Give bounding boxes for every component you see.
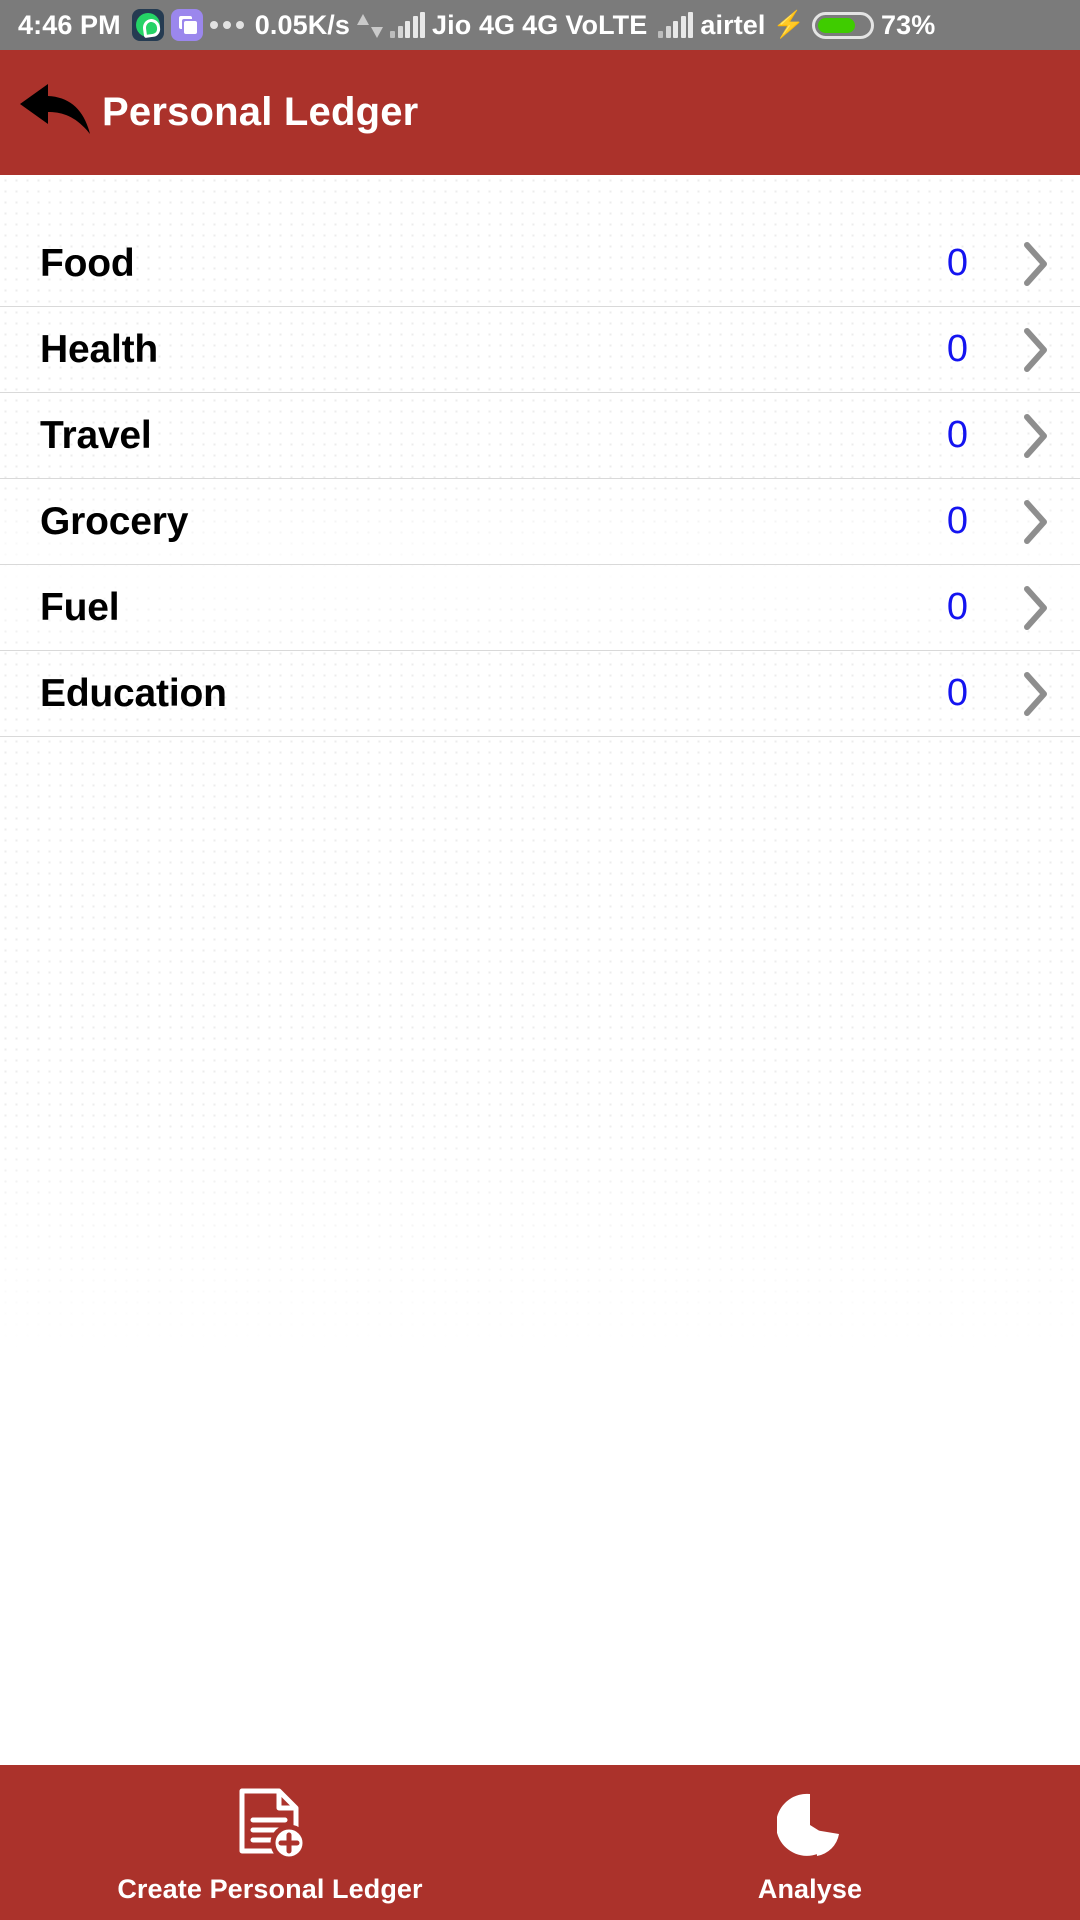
carrier-label-sim1: Jio 4G bbox=[432, 9, 516, 40]
category-amount: 0 bbox=[946, 414, 968, 456]
table-row[interactable]: Health 0 bbox=[0, 307, 1080, 393]
network-speed-text: 0.05K/s bbox=[254, 9, 351, 40]
battery-icon bbox=[812, 11, 875, 39]
page-title: Personal Ledger bbox=[102, 90, 419, 134]
table-row[interactable]: Fuel 0 bbox=[0, 565, 1080, 651]
whatsapp-icon bbox=[131, 9, 164, 41]
category-label: Fuel bbox=[40, 585, 120, 629]
content-area: Food 0 Health 0 Travel 0 Grocery 0 Fuel 0 Educatio… bbox=[0, 175, 1080, 1765]
category-amount: 0 bbox=[946, 672, 968, 714]
back-button[interactable] bbox=[14, 72, 96, 154]
app-screen: 4:46 PM 0.05K/s Jio 4G 4G VoLTE airtel ⚡… bbox=[0, 0, 1080, 1920]
app-header: Personal Ledger bbox=[0, 50, 1080, 175]
back-arrow-icon bbox=[18, 82, 92, 143]
volte-label: VoLTE bbox=[565, 9, 648, 40]
carrier-label-sim2: airtel bbox=[700, 9, 766, 40]
chevron-right-icon[interactable] bbox=[1020, 584, 1052, 632]
chevron-right-icon[interactable] bbox=[1020, 326, 1052, 374]
category-amount: 0 bbox=[946, 500, 968, 542]
category-label: Grocery bbox=[40, 499, 189, 543]
category-amount: 0 bbox=[946, 586, 968, 628]
table-row[interactable]: Education 0 bbox=[0, 651, 1080, 737]
pie-chart-icon bbox=[777, 1788, 843, 1862]
table-row[interactable]: Food 0 bbox=[0, 221, 1080, 307]
battery-percent-label: 73% bbox=[881, 9, 936, 40]
chevron-right-icon[interactable] bbox=[1020, 498, 1052, 546]
category-label: Health bbox=[40, 327, 158, 371]
category-amount: 0 bbox=[946, 328, 968, 370]
signal-bars-icon-sim1 bbox=[390, 12, 426, 38]
network-type-label: 4G bbox=[522, 9, 559, 40]
category-label: Food bbox=[40, 241, 135, 285]
document-add-icon bbox=[232, 1788, 308, 1862]
create-personal-ledger-button[interactable]: Create Personal Ledger bbox=[0, 1765, 540, 1920]
create-personal-ledger-label: Create Personal Ledger bbox=[117, 1874, 423, 1904]
dots-icon bbox=[209, 21, 244, 29]
category-label: Education bbox=[40, 671, 227, 715]
status-bar: 4:46 PM 0.05K/s Jio 4G 4G VoLTE airtel ⚡… bbox=[0, 0, 1080, 50]
chevron-right-icon[interactable] bbox=[1020, 670, 1052, 718]
analyse-label: Analyse bbox=[757, 1874, 863, 1904]
table-row[interactable]: Grocery 0 bbox=[0, 479, 1080, 565]
table-row[interactable]: Travel 0 bbox=[0, 393, 1080, 479]
category-list: Food 0 Health 0 Travel 0 Grocery 0 Fuel 0 Educatio… bbox=[0, 175, 1080, 737]
signal-bars-icon-sim2 bbox=[658, 12, 694, 38]
data-transfer-icon bbox=[357, 12, 384, 38]
charging-bolt-icon: ⚡ bbox=[772, 9, 806, 39]
bottom-nav-bar: Create Personal Ledger Analyse bbox=[0, 1765, 1080, 1920]
chevron-right-icon[interactable] bbox=[1020, 240, 1052, 288]
analyse-button[interactable]: Analyse bbox=[540, 1765, 1080, 1920]
category-label: Travel bbox=[40, 413, 152, 457]
chevron-right-icon[interactable] bbox=[1020, 412, 1052, 460]
purple-app-icon bbox=[170, 9, 203, 41]
category-amount: 0 bbox=[946, 242, 968, 284]
status-clock: 4:46 PM bbox=[18, 9, 121, 40]
